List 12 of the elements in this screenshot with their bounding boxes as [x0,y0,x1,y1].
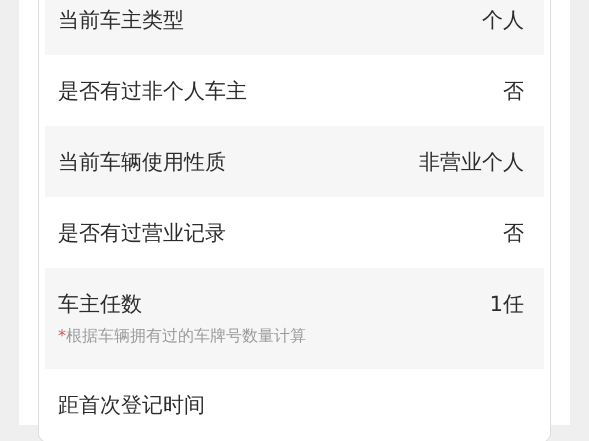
row-label: 是否有过营业记录 [58,220,226,246]
row-label: 当前车辆使用性质 [58,148,226,176]
row-note: *根据车辆拥有过的车牌号数量计算 [58,326,307,347]
row-value: 1任 [490,291,524,318]
row-label: 是否有过非个人车主 [58,78,247,104]
row-value: 个人 [482,6,524,34]
row-value: 否 [503,78,524,104]
row-value: 非营业个人 [419,148,524,176]
row-value: 否 [503,220,524,246]
row-label: 车主任数 [58,291,142,318]
row-label: 距首次登记时间 [58,392,205,418]
row-label: 当前车主类型 [58,6,184,34]
